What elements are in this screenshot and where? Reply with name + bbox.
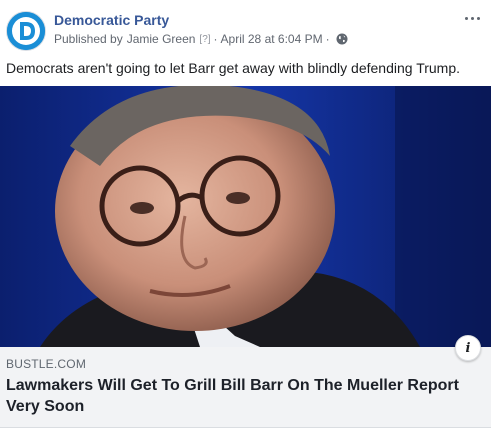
- link-headline[interactable]: Lawmakers Will Get To Grill Bill Barr On…: [6, 375, 466, 417]
- page-name-link[interactable]: Democratic Party: [54, 12, 169, 28]
- post-meta: Published by Jamie Green [?] · April 28 …: [54, 32, 348, 46]
- meta-separator-2: ·: [325, 32, 330, 46]
- post-message: Democrats aren't going to let Barr get a…: [6, 60, 461, 76]
- facebook-post: Democratic Party Published by Jamie Gree…: [0, 0, 491, 436]
- published-by-label: Published by: [54, 32, 123, 46]
- more-options-icon[interactable]: [461, 10, 483, 26]
- publisher-link[interactable]: Jamie Green: [127, 32, 196, 46]
- info-icon[interactable]: i: [455, 335, 481, 361]
- link-preview-image[interactable]: [0, 86, 491, 347]
- democratic-party-logo-icon: [7, 12, 45, 50]
- page-avatar[interactable]: [6, 11, 46, 51]
- link-domain: BUSTLE.COM: [6, 357, 87, 371]
- post-header: Democratic Party Published by Jamie Gree…: [0, 0, 491, 56]
- link-preview-card[interactable]: BUSTLE.COM Lawmakers Will Get To Grill B…: [0, 86, 491, 428]
- link-preview-caption[interactable]: BUSTLE.COM Lawmakers Will Get To Grill B…: [0, 347, 491, 428]
- meta-separator: ·: [213, 32, 218, 46]
- globe-icon[interactable]: [336, 33, 348, 45]
- publisher-help-link[interactable]: [?]: [199, 34, 210, 45]
- post-timestamp-link[interactable]: April 28 at 6:04 PM: [221, 32, 323, 46]
